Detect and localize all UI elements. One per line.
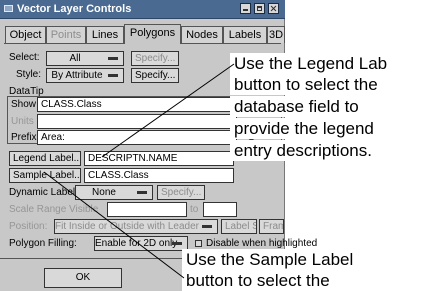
units-label: Units — [11, 116, 34, 127]
title-bar[interactable]: Vector Layer Controls — [0, 0, 285, 19]
show-label: Show — [11, 99, 37, 110]
legend-callout-line-2: button to select the — [230, 74, 430, 95]
option-menu-indicator-icon — [137, 191, 147, 194]
legend-callout-line-1: Use the Legend Lab — [230, 53, 430, 74]
legend-callout-line-4: provide the legend — [230, 118, 430, 139]
position-label: Position: — [9, 221, 48, 232]
style-specify-button[interactable]: Specify... — [131, 68, 179, 83]
polygon-filling-value: Enable for 2D only — [95, 238, 178, 249]
show-field[interactable]: CLASS.Class — [37, 97, 237, 112]
prefix-label: Prefix — [11, 132, 37, 143]
sample-label-button[interactable]: Sample Label... — [9, 168, 81, 183]
tab-polygons[interactable]: Polygons — [124, 24, 181, 44]
prefix-field[interactable]: Area: — [37, 130, 237, 145]
position-value: Fit Inside or Outside with Leader — [55, 221, 199, 232]
label-style-button[interactable]: Label Style... — [221, 219, 257, 234]
sample-callout-line-2: button to select the — [182, 270, 430, 291]
tab-3d[interactable]: 3D — [267, 26, 285, 43]
legend-callout-line-3: database field to — [230, 96, 430, 117]
polygon-filling-option-menu[interactable]: Enable for 2D only — [94, 236, 188, 251]
style-label: Style: — [16, 69, 42, 80]
select-label: Select: — [9, 52, 40, 63]
legend-label-button[interactable]: Legend Label... — [9, 151, 81, 166]
scale-range-max-field[interactable] — [203, 202, 237, 217]
legend-label-field[interactable]: DESCRIPTN.NAME — [84, 151, 234, 166]
option-menu-indicator-icon — [202, 225, 212, 228]
window-title: Vector Layer Controls — [17, 3, 132, 15]
scale-range-label: Scale Range Visible — [9, 204, 99, 215]
tab-labels[interactable]: Labels — [223, 26, 267, 43]
dynamic-label-label: Dynamic Label — [9, 187, 76, 198]
option-menu-indicator-icon — [108, 57, 118, 60]
scale-range-to-label: to — [190, 204, 199, 215]
select-option-menu[interactable]: All — [46, 51, 124, 66]
dynamic-specify-button[interactable]: Specify... — [157, 185, 205, 200]
legend-callout-line-5: entry descriptions. — [230, 140, 430, 161]
sample-label-field[interactable]: CLASS.Class — [84, 168, 234, 183]
disable-when-highlighted-label: Disable when highlighted — [206, 238, 318, 249]
select-value: All — [69, 53, 81, 64]
minimize-icon[interactable] — [240, 3, 251, 14]
position-option-menu[interactable]: Fit Inside or Outside with Leader — [54, 219, 218, 234]
window-menu-icon[interactable] — [4, 5, 13, 12]
close-icon[interactable] — [268, 3, 279, 14]
style-value: By Attribute — [51, 70, 103, 81]
tab-lines[interactable]: Lines — [86, 26, 124, 43]
tab-object[interactable]: Object — [5, 26, 46, 43]
frame-style-button[interactable]: Frame Style... — [259, 219, 284, 234]
tab-points[interactable]: Points — [46, 26, 86, 43]
style-option-menu[interactable]: By Attribute — [46, 68, 124, 83]
tab-nodes[interactable]: Nodes — [181, 26, 223, 43]
disable-when-highlighted-checkbox[interactable] — [195, 240, 202, 247]
maximize-icon[interactable] — [254, 3, 265, 14]
polygon-filling-label: Polygon Filling: — [9, 238, 77, 249]
option-menu-indicator-icon — [108, 74, 118, 77]
dynamic-label-option-menu[interactable]: None — [75, 185, 153, 200]
units-field[interactable] — [37, 114, 237, 129]
dynamic-label-value: None — [92, 187, 116, 198]
ok-button[interactable]: OK — [44, 268, 122, 288]
option-menu-indicator-icon — [172, 242, 182, 245]
select-specify-button[interactable]: Specify... — [131, 51, 179, 66]
sample-callout-line-1: Use the Sample Label — [182, 249, 430, 270]
scale-range-min-field[interactable] — [107, 202, 187, 217]
